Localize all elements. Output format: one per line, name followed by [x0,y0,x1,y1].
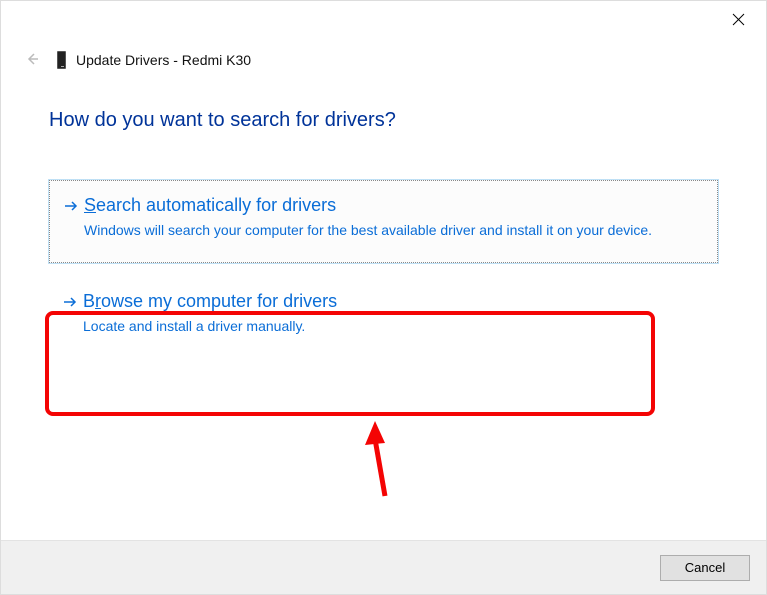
option-search-automatic[interactable]: Search automatically for drivers Windows… [49,180,718,263]
close-button[interactable] [732,13,748,29]
option-title: Search automatically for drivers [84,195,703,216]
wizard-title: Update Drivers - Redmi K30 [76,52,251,68]
option-browse-manual[interactable]: Browse my computer for drivers Locate an… [49,277,718,358]
back-arrow-icon [25,52,39,66]
close-icon [732,13,745,26]
option-description: Locate and install a driver manually. [83,317,704,336]
cancel-button[interactable]: Cancel [660,555,750,581]
option-description: Windows will search your computer for th… [84,221,703,240]
arrow-right-icon [64,199,78,213]
option-title: Browse my computer for drivers [83,291,704,312]
device-icon [57,51,66,69]
page-heading: How do you want to search for drivers? [49,109,718,132]
arrow-right-icon [63,295,77,309]
wizard-footer: Cancel [1,540,766,594]
wizard-header: Update Drivers - Redmi K30 [25,51,251,69]
annotation-arrow-icon [361,421,401,501]
wizard-content: How do you want to search for drivers? S… [49,109,718,372]
back-button [25,52,41,68]
